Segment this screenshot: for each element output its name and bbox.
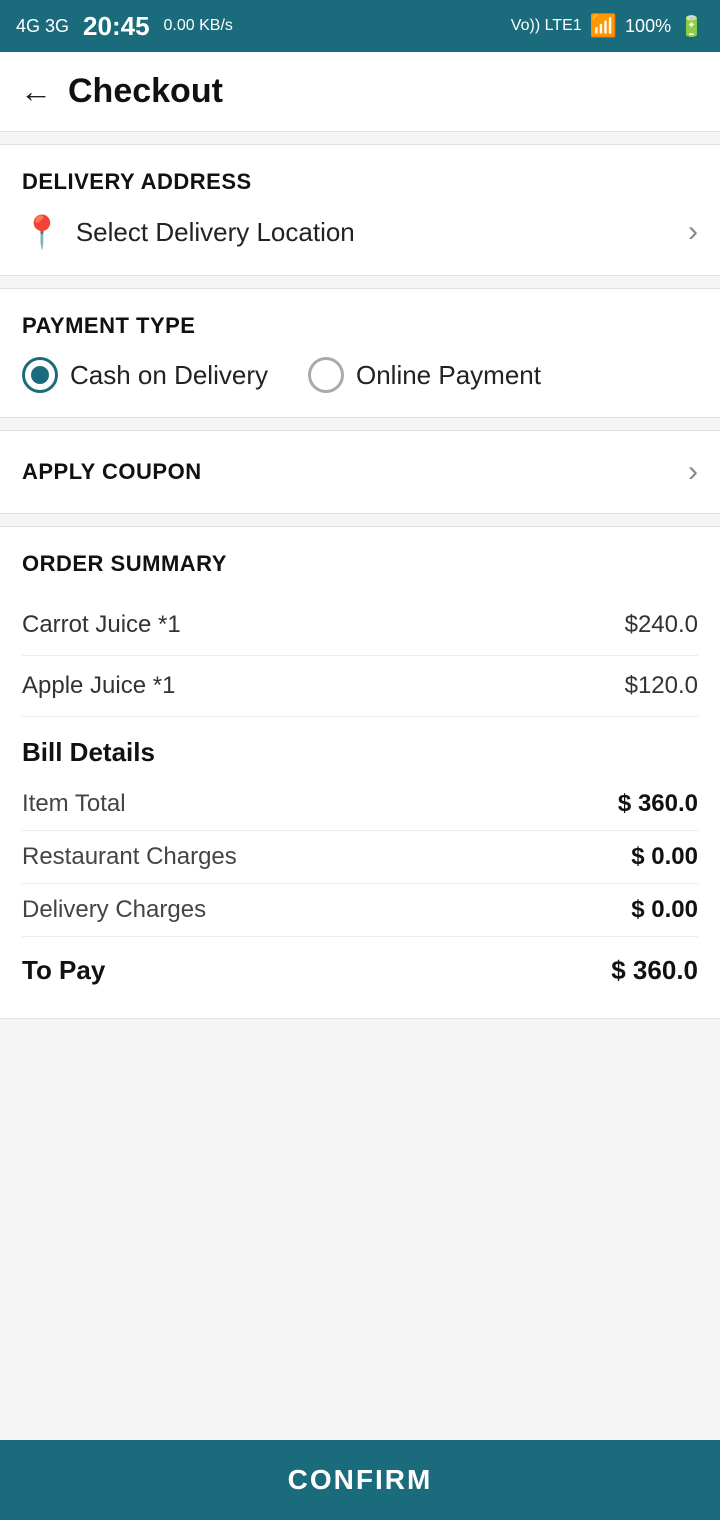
delivery-address-section: DELIVERY ADDRESS 📍 Select Delivery Locat… xyxy=(0,144,720,276)
status-time: 20:45 xyxy=(83,11,150,42)
apply-coupon-section[interactable]: APPLY COUPON › xyxy=(0,430,720,514)
wifi-icon: 📶 xyxy=(590,13,617,39)
back-button[interactable]: ← xyxy=(20,73,52,110)
bill-details-section: Bill Details Item Total $ 360.0 Restaura… xyxy=(22,737,698,994)
status-left: 4G 3G 20:45 0.00 KB/s xyxy=(16,11,233,42)
payment-online-label: Online Payment xyxy=(356,360,541,391)
bill-restaurant-charges-row: Restaurant Charges $ 0.00 xyxy=(22,835,698,879)
radio-cod xyxy=(22,357,58,393)
page-title: Checkout xyxy=(68,72,223,111)
network-indicator: 4G 3G xyxy=(16,16,69,37)
item-total-label: Item Total xyxy=(22,790,126,818)
radio-cod-inner xyxy=(31,366,49,384)
payment-type-section: PAYMENT TYPE Cash on Delivery Online Pay… xyxy=(0,288,720,418)
bill-divider-3 xyxy=(22,936,698,937)
radio-online xyxy=(308,357,344,393)
confirm-button[interactable]: CONFIRM xyxy=(288,1464,433,1496)
payment-option-cod[interactable]: Cash on Delivery xyxy=(22,357,268,393)
payment-options-group: Cash on Delivery Online Payment xyxy=(22,357,698,393)
bill-divider-2 xyxy=(22,883,698,884)
bill-details-title: Bill Details xyxy=(22,737,698,768)
order-summary-section: ORDER SUMMARY Carrot Juice *1 $240.0 App… xyxy=(0,526,720,1019)
delivery-charges-value: $ 0.00 xyxy=(631,896,698,924)
battery-indicator: 100% xyxy=(625,16,671,37)
item-price-apple: $120.0 xyxy=(625,672,698,700)
bill-delivery-charges-row: Delivery Charges $ 0.00 xyxy=(22,888,698,932)
status-right: Vo)) LTE1 📶 100% 🔋 xyxy=(511,13,704,39)
bill-item-total-row: Item Total $ 360.0 xyxy=(22,782,698,826)
delivery-address-label: DELIVERY ADDRESS xyxy=(22,169,698,195)
bill-divider-1 xyxy=(22,830,698,831)
status-bar: 4G 3G 20:45 0.00 KB/s Vo)) LTE1 📶 100% 🔋 xyxy=(0,0,720,52)
delivery-location-left: 📍 Select Delivery Location xyxy=(22,213,355,251)
carrier-indicator: Vo)) LTE1 xyxy=(511,17,582,35)
delivery-location-row[interactable]: 📍 Select Delivery Location › xyxy=(22,213,698,251)
data-speed: 0.00 KB/s xyxy=(164,17,233,35)
item-name-apple: Apple Juice *1 xyxy=(22,672,175,700)
payment-cod-label: Cash on Delivery xyxy=(70,360,268,391)
battery-icon: 🔋 xyxy=(679,14,704,39)
item-name-carrot: Carrot Juice *1 xyxy=(22,611,181,639)
order-summary-label: ORDER SUMMARY xyxy=(22,551,698,577)
payment-option-online[interactable]: Online Payment xyxy=(308,357,541,393)
to-pay-value: $ 360.0 xyxy=(611,955,698,986)
checkout-header: ← Checkout xyxy=(0,52,720,132)
restaurant-charges-label: Restaurant Charges xyxy=(22,843,237,871)
payment-type-label: PAYMENT TYPE xyxy=(22,313,698,339)
coupon-label: APPLY COUPON xyxy=(22,459,202,485)
order-item-apple-juice: Apple Juice *1 $120.0 xyxy=(22,656,698,717)
bill-to-pay-row: To Pay $ 360.0 xyxy=(22,947,698,994)
restaurant-charges-value: $ 0.00 xyxy=(631,843,698,871)
delivery-location-text: Select Delivery Location xyxy=(76,217,355,248)
confirm-bar[interactable]: CONFIRM xyxy=(0,1440,720,1520)
item-price-carrot: $240.0 xyxy=(625,611,698,639)
item-total-value: $ 360.0 xyxy=(618,790,698,818)
to-pay-label: To Pay xyxy=(22,955,105,986)
delivery-charges-label: Delivery Charges xyxy=(22,896,206,924)
coupon-chevron-icon: › xyxy=(688,455,698,489)
order-item-carrot-juice: Carrot Juice *1 $240.0 xyxy=(22,595,698,656)
location-icon: 📍 xyxy=(22,213,62,251)
delivery-chevron-icon: › xyxy=(688,215,698,249)
